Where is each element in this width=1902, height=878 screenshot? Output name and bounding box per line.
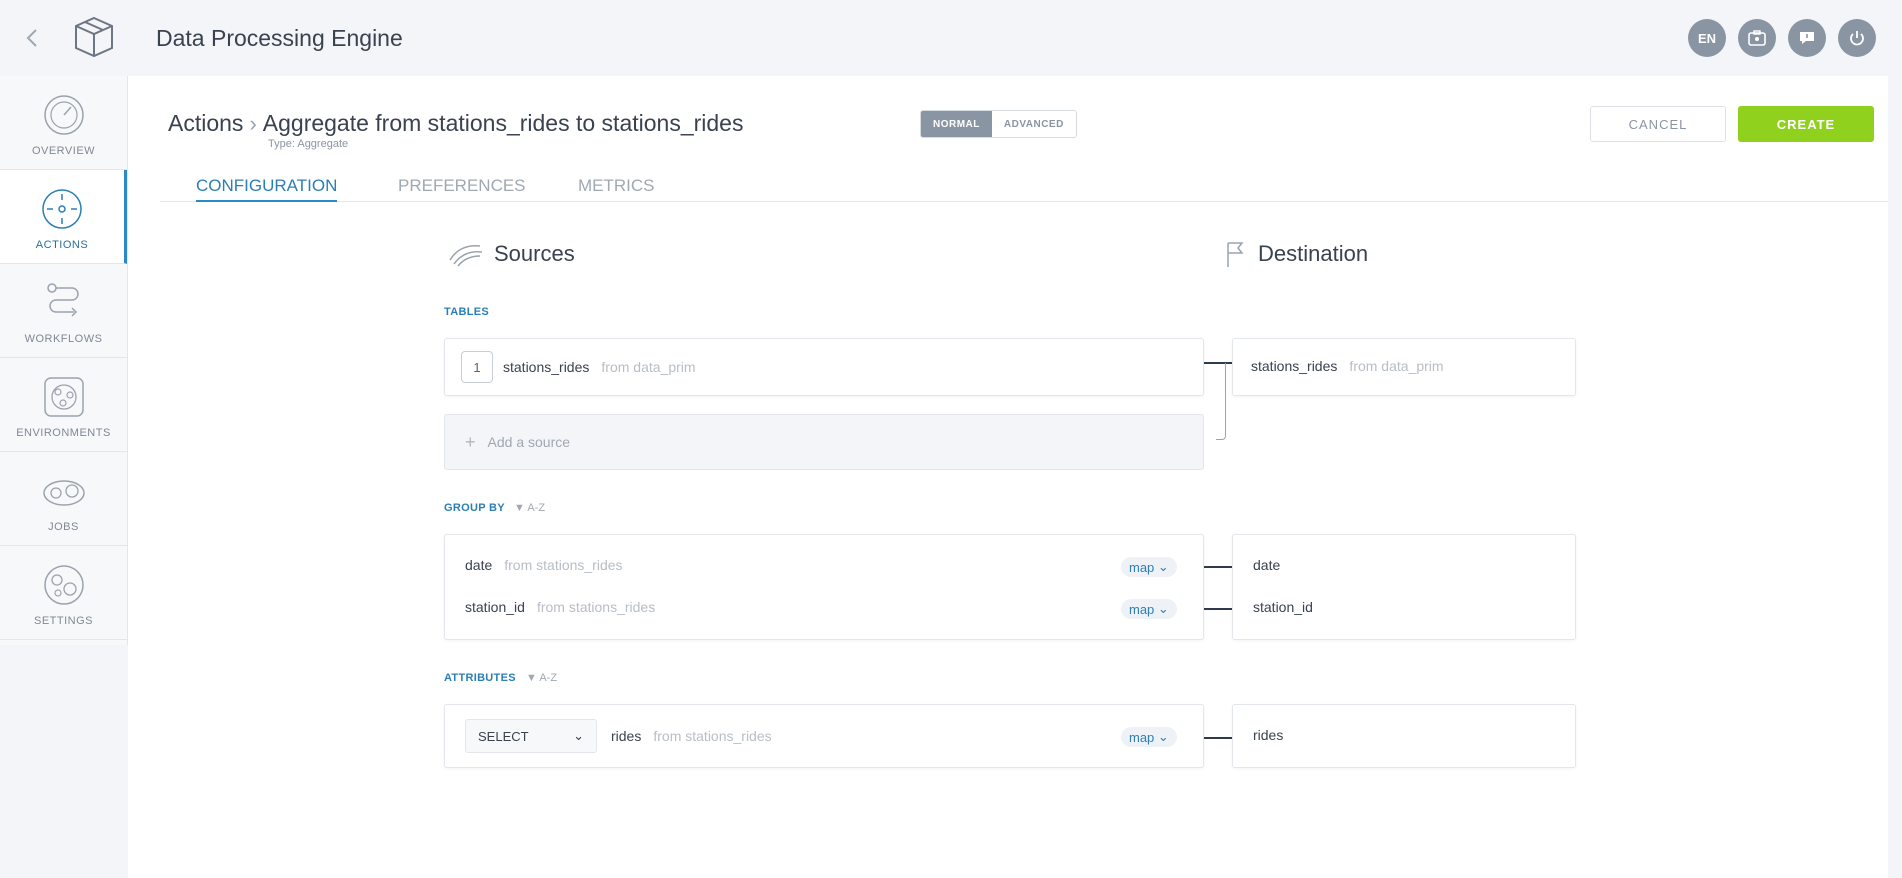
source-index: 1 — [461, 351, 493, 383]
workflow-icon — [46, 283, 79, 317]
attributes-label: ATTRIBUTES — [444, 672, 516, 684]
page-title: Aggregate from stations_rides to station… — [262, 110, 744, 136]
language-button[interactable]: EN — [1688, 19, 1726, 57]
destination-table-origin: from data_prim — [1349, 358, 1444, 374]
chevron-down-icon: ⌄ — [1157, 729, 1169, 744]
map-dropdown[interactable]: map ⌄ — [1121, 557, 1177, 577]
chevron-right-icon: › — [249, 111, 257, 136]
sidebar-item-actions[interactable]: ACTIONS — [0, 170, 127, 264]
source-table-origin: from data_prim — [601, 359, 696, 375]
sidebar-item-workflows[interactable]: WORKFLOWS — [0, 264, 127, 358]
environment-icon — [43, 377, 84, 417]
sources-icon — [449, 245, 483, 267]
top-bar: Data Processing Engine EN — [0, 0, 1902, 76]
group-by-card: date from stations_rides map ⌄ station_i… — [444, 534, 1204, 640]
attributes-sort[interactable]: ▼ A-Z — [526, 672, 557, 684]
app-logo-icon — [74, 16, 114, 58]
flag-icon — [1227, 242, 1244, 267]
tab-configuration[interactable]: CONFIGURATION — [196, 176, 338, 202]
sources-heading: Sources — [448, 240, 575, 268]
create-button[interactable]: CREATE — [1738, 106, 1874, 142]
tables-label: TABLES — [444, 306, 489, 318]
gears-icon — [42, 480, 85, 506]
destination-table-card: stations_rides from data_prim — [1232, 338, 1576, 396]
back-arrow-icon[interactable] — [18, 24, 46, 52]
source-table-name: stations_rides — [503, 359, 590, 375]
mode-advanced-button[interactable]: ADVANCED — [991, 111, 1076, 137]
profile-icon[interactable] — [1738, 19, 1776, 57]
sidebar-item-label: ENVIRONMENTS — [16, 427, 111, 439]
tab-bar: CONFIGURATION PREFERENCES METRICS — [160, 176, 1888, 202]
cancel-button[interactable]: CANCEL — [1590, 106, 1726, 142]
attribute-card: SELECT ⌄ rides from stations_rides map ⌄ — [444, 704, 1204, 768]
sidebar-item-overview[interactable]: OVERVIEW — [0, 76, 127, 170]
sidebar-item-label: ACTIONS — [35, 239, 89, 251]
chevron-down-icon: ⌄ — [1157, 559, 1169, 574]
group-by-label: GROUP BY — [444, 502, 505, 514]
connector-line — [1204, 737, 1232, 739]
app-title: Data Processing Engine — [156, 25, 403, 51]
chevron-down-icon: ⌄ — [1157, 601, 1169, 616]
action-type-label: Type: Aggregate — [268, 138, 349, 150]
target-icon — [42, 189, 82, 229]
group-by-destination-card: date station_id — [1232, 534, 1576, 640]
map-dropdown[interactable]: map ⌄ — [1121, 727, 1177, 747]
sidebar-item-environments[interactable]: ENVIRONMENTS — [0, 358, 127, 452]
plus-icon: + — [465, 431, 476, 452]
sidebar-item-label: WORKFLOWS — [24, 333, 103, 345]
tab-metrics[interactable]: METRICS — [578, 176, 655, 202]
sidebar-item-label: OVERVIEW — [31, 145, 96, 157]
mode-normal-button[interactable]: NORMAL — [921, 111, 992, 137]
feedback-icon[interactable] — [1788, 19, 1826, 57]
breadcrumb-root[interactable]: Actions — [168, 110, 243, 137]
attribute-destination-card: rides — [1232, 704, 1576, 768]
destination-heading: Destination — [1222, 240, 1368, 268]
group-by-row: station_id from stations_rides — [465, 599, 656, 615]
mode-toggle: NORMAL ADVANCED — [920, 110, 1077, 138]
sidebar-item-settings[interactable]: SETTINGS — [0, 546, 127, 640]
settings-icon — [43, 565, 84, 605]
power-icon[interactable] — [1838, 19, 1876, 57]
tab-preferences[interactable]: PREFERENCES — [398, 176, 526, 202]
group-by-sort[interactable]: ▼ A-Z — [514, 502, 545, 514]
add-source-button[interactable]: + Add a source — [444, 414, 1204, 470]
group-by-dest-field: station_id — [1253, 599, 1313, 615]
group-by-dest-field: date — [1253, 557, 1281, 573]
destination-table-name: stations_rides — [1251, 358, 1338, 374]
map-dropdown[interactable]: map ⌄ — [1121, 599, 1177, 619]
attribute-dest-field: rides — [1253, 727, 1284, 743]
sidebar-item-jobs[interactable]: JOBS — [0, 452, 127, 546]
connector-bracket — [1216, 363, 1226, 440]
attribute-row: SELECT ⌄ rides from stations_rides — [465, 719, 772, 753]
breadcrumb: Actions › Aggregate from stations_rides … — [168, 110, 743, 137]
main-panel: Actions › Aggregate from stations_rides … — [128, 76, 1888, 878]
connector-line — [1204, 566, 1232, 568]
aggregation-select[interactable]: SELECT ⌄ — [465, 719, 597, 753]
gauge-icon — [43, 95, 84, 135]
source-table-card: 1 stations_rides from data_prim — [444, 338, 1204, 396]
sidebar-item-label: JOBS — [48, 521, 79, 533]
sidebar-item-label: SETTINGS — [33, 615, 93, 627]
chevron-down-icon: ⌄ — [573, 728, 584, 743]
group-by-row: date from stations_rides — [465, 557, 623, 573]
sidebar: OVERVIEW ACTIONS WORKFLOWS ENVIRONMENTS … — [0, 76, 128, 645]
connector-line — [1204, 608, 1232, 610]
